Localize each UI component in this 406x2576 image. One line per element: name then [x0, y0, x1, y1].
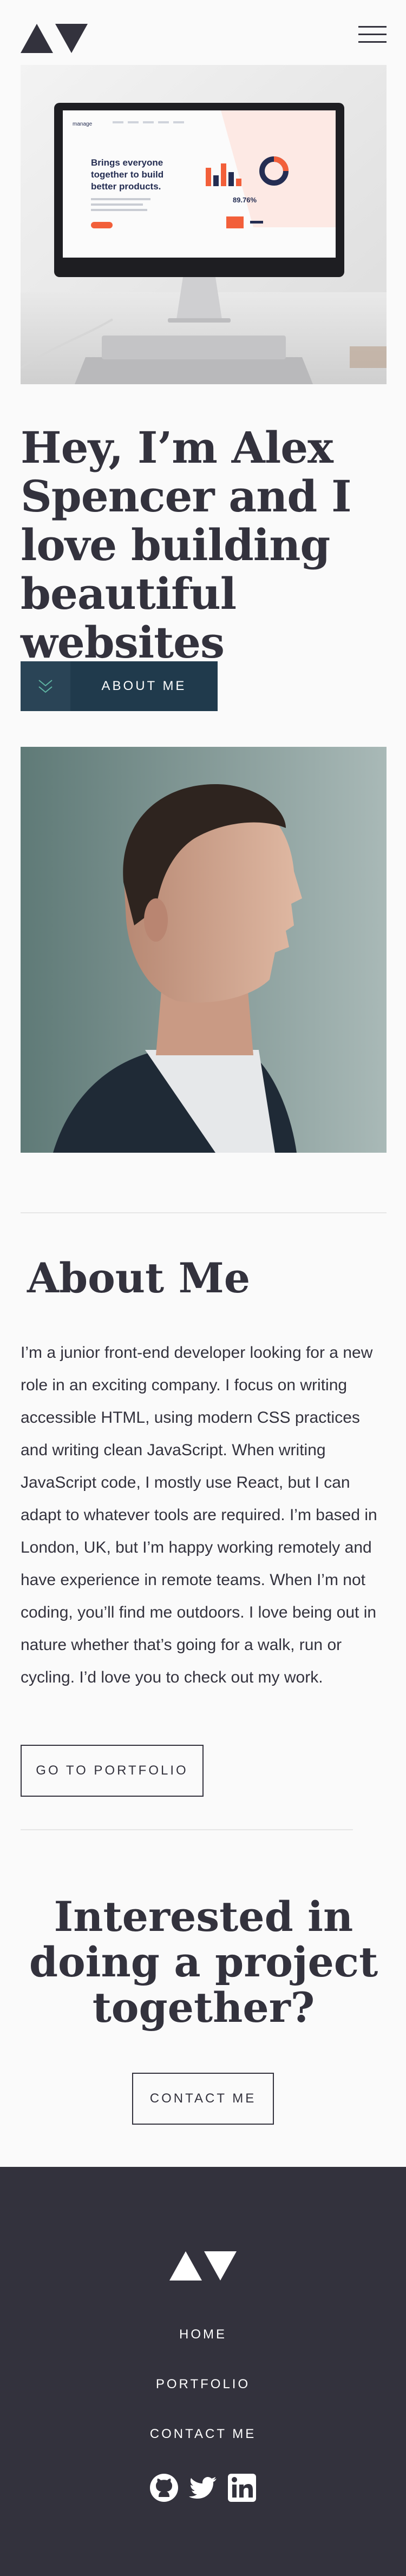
- footer-nav-home[interactable]: HOME: [0, 2327, 406, 2342]
- twitter-icon[interactable]: [188, 2473, 218, 2502]
- footer-nav-portfolio[interactable]: PORTFOLIO: [0, 2377, 406, 2392]
- go-to-portfolio-button[interactable]: GO TO PORTFOLIO: [21, 1745, 204, 1797]
- page: manage Brings everyone together to build…: [0, 0, 406, 2576]
- triangles-logo-icon[interactable]: [21, 22, 88, 54]
- mockup-tagline: Brings everyone together to build better…: [91, 157, 166, 192]
- mockup-brand: manage: [73, 121, 93, 127]
- hero-headline: Hey, I’m Alex Spencer and I love buildin…: [21, 422, 352, 668]
- cta-title: Interested in doing a project together?: [29, 1892, 378, 2032]
- site-header: [21, 17, 387, 54]
- section-divider: [21, 1212, 387, 1213]
- github-icon[interactable]: [149, 2473, 179, 2502]
- footer-nav-contact[interactable]: CONTACT ME: [0, 2427, 406, 2442]
- about-title: About Me: [27, 1254, 251, 1302]
- hero-image: manage Brings everyone together to build…: [21, 65, 387, 384]
- mockup-stat: 89.76%: [233, 196, 257, 204]
- double-chevron-down-icon: [21, 661, 70, 711]
- hamburger-menu-icon[interactable]: [358, 25, 387, 44]
- triangles-logo-icon[interactable]: [169, 2249, 237, 2282]
- social-links: [149, 2473, 257, 2503]
- monitor-desk-illustration: manage Brings everyone together to build…: [21, 65, 387, 384]
- linkedin-icon[interactable]: [227, 2473, 257, 2502]
- section-divider: [21, 1829, 353, 1830]
- profile-photo: [21, 747, 387, 1153]
- about-body: I’m a junior front-end developer looking…: [21, 1344, 377, 1686]
- about-me-button[interactable]: ABOUT ME: [21, 661, 218, 711]
- contact-me-button[interactable]: CONTACT ME: [132, 2073, 274, 2125]
- about-me-button-label: ABOUT ME: [101, 679, 187, 693]
- site-footer: HOME PORTFOLIO CONTACT ME: [0, 2167, 406, 2576]
